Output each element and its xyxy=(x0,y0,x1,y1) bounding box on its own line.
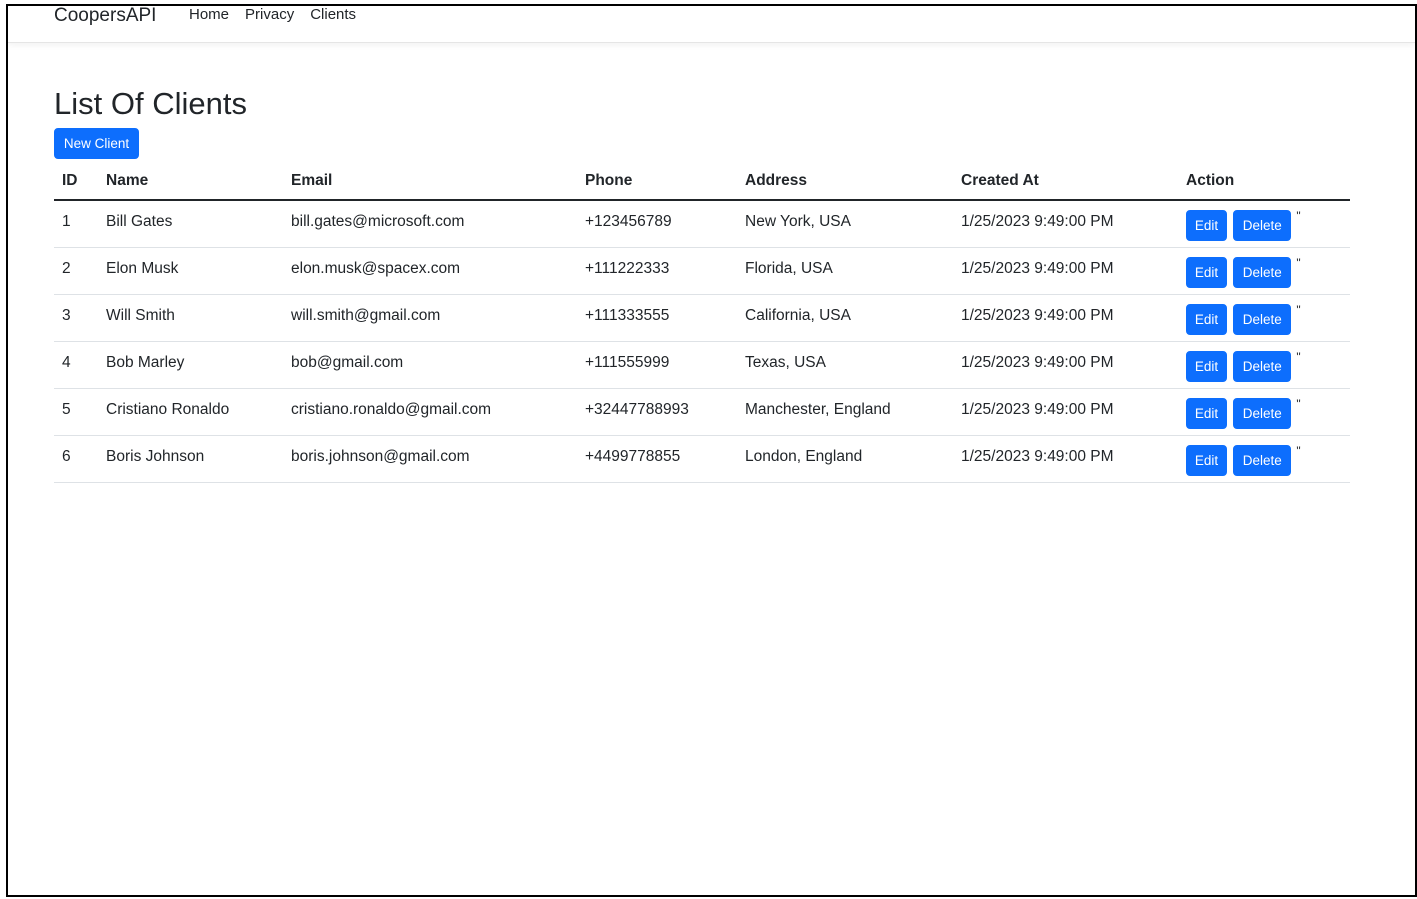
column-header-action: Action xyxy=(1178,163,1350,201)
cell-name: Bob Marley xyxy=(98,341,283,389)
cell-address: Manchester, England xyxy=(737,388,953,436)
cell-phone: +111222333 xyxy=(577,247,737,295)
cell-action: Edit Delete " xyxy=(1178,435,1350,483)
cell-created-at: 1/25/2023 9:49:00 PM xyxy=(953,200,1178,248)
edit-button[interactable]: Edit xyxy=(1186,256,1227,288)
new-client-button[interactable]: New Client xyxy=(54,128,139,159)
cell-id: 3 xyxy=(54,294,98,342)
cell-email: will.smith@gmail.com xyxy=(283,294,577,342)
cell-created-at: 1/25/2023 9:49:00 PM xyxy=(953,294,1178,342)
table-header-row: ID Name Email Phone Address Created At A… xyxy=(54,163,1350,201)
cell-name: Boris Johnson xyxy=(98,435,283,483)
navbar: CoopersAPI Home Privacy Clients xyxy=(8,6,1415,43)
cell-address: London, England xyxy=(737,435,953,483)
table-row: 2 Elon Musk elon.musk@spacex.com +111222… xyxy=(54,247,1350,295)
cell-address: New York, USA xyxy=(737,200,953,248)
cell-phone: +4499778855 xyxy=(577,435,737,483)
stray-quote-text: " xyxy=(1296,443,1301,458)
table-row: 1 Bill Gates bill.gates@microsoft.com +1… xyxy=(54,200,1350,248)
nav-links: Home Privacy Clients xyxy=(181,6,364,24)
cell-phone: +123456789 xyxy=(577,200,737,248)
delete-button[interactable]: Delete xyxy=(1233,256,1292,288)
stray-quote-text: " xyxy=(1296,255,1301,270)
edit-button[interactable]: Edit xyxy=(1186,444,1227,476)
cell-action: Edit Delete " xyxy=(1178,200,1350,248)
table-row: 5 Cristiano Ronaldo cristiano.ronaldo@gm… xyxy=(54,388,1350,436)
cell-created-at: 1/25/2023 9:49:00 PM xyxy=(953,341,1178,389)
edit-button[interactable]: Edit xyxy=(1186,303,1227,335)
column-header-email: Email xyxy=(283,163,577,201)
cell-action: Edit Delete " xyxy=(1178,294,1350,342)
cell-email: bob@gmail.com xyxy=(283,341,577,389)
table-row: 6 Boris Johnson boris.johnson@gmail.com … xyxy=(54,435,1350,483)
cell-action: Edit Delete " xyxy=(1178,388,1350,436)
delete-button[interactable]: Delete xyxy=(1233,303,1292,335)
cell-id: 5 xyxy=(54,388,98,436)
cell-email: cristiano.ronaldo@gmail.com xyxy=(283,388,577,436)
cell-created-at: 1/25/2023 9:49:00 PM xyxy=(953,435,1178,483)
brand-link[interactable]: CoopersAPI xyxy=(54,6,156,27)
cell-phone: +32447788993 xyxy=(577,388,737,436)
table-row: 3 Will Smith will.smith@gmail.com +11133… xyxy=(54,294,1350,342)
cell-address: Florida, USA xyxy=(737,247,953,295)
cell-id: 6 xyxy=(54,435,98,483)
table-row: 4 Bob Marley bob@gmail.com +111555999 Te… xyxy=(54,341,1350,389)
cell-address: California, USA xyxy=(737,294,953,342)
cell-name: Will Smith xyxy=(98,294,283,342)
stray-quote-text: " xyxy=(1296,396,1301,411)
cell-created-at: 1/25/2023 9:49:00 PM xyxy=(953,247,1178,295)
column-header-address: Address xyxy=(737,163,953,201)
cell-phone: +111555999 xyxy=(577,341,737,389)
column-header-created-at: Created At xyxy=(953,163,1178,201)
delete-button[interactable]: Delete xyxy=(1233,397,1292,429)
stray-quote-text: " xyxy=(1296,349,1301,364)
edit-button[interactable]: Edit xyxy=(1186,397,1227,429)
cell-name: Bill Gates xyxy=(98,200,283,248)
cell-address: Texas, USA xyxy=(737,341,953,389)
cell-phone: +111333555 xyxy=(577,294,737,342)
cell-id: 1 xyxy=(54,200,98,248)
browser-viewport: CoopersAPI Home Privacy Clients List Of … xyxy=(6,4,1417,897)
delete-button[interactable]: Delete xyxy=(1233,444,1292,476)
edit-button[interactable]: Edit xyxy=(1186,210,1227,241)
column-header-name: Name xyxy=(98,163,283,201)
cell-email: elon.musk@spacex.com xyxy=(283,247,577,295)
column-header-phone: Phone xyxy=(577,163,737,201)
nav-link-clients[interactable]: Clients xyxy=(302,6,364,24)
cell-action: Edit Delete " xyxy=(1178,247,1350,295)
cell-id: 4 xyxy=(54,341,98,389)
clients-table: ID Name Email Phone Address Created At A… xyxy=(54,163,1350,483)
cell-action: Edit Delete " xyxy=(1178,341,1350,389)
delete-button[interactable]: Delete xyxy=(1233,210,1292,241)
nav-link-home[interactable]: Home xyxy=(181,6,237,24)
cell-email: boris.johnson@gmail.com xyxy=(283,435,577,483)
edit-button[interactable]: Edit xyxy=(1186,350,1227,382)
stray-quote-text: " xyxy=(1296,209,1301,223)
stray-quote-text: " xyxy=(1296,302,1301,317)
cell-name: Cristiano Ronaldo xyxy=(98,388,283,436)
cell-created-at: 1/25/2023 9:49:00 PM xyxy=(953,388,1178,436)
page-title: List Of Clients xyxy=(54,86,247,121)
cell-name: Elon Musk xyxy=(98,247,283,295)
delete-button[interactable]: Delete xyxy=(1233,350,1292,382)
cell-id: 2 xyxy=(54,247,98,295)
column-header-id: ID xyxy=(54,163,98,201)
nav-link-privacy[interactable]: Privacy xyxy=(237,6,302,24)
cell-email: bill.gates@microsoft.com xyxy=(283,200,577,248)
